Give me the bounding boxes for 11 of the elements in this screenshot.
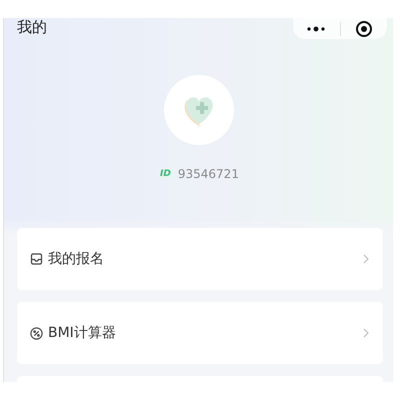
user-id: 93546721 [178, 167, 239, 181]
chevron-right-icon [363, 254, 369, 264]
chevron-right-icon [363, 328, 369, 338]
more-icon [306, 26, 326, 32]
inbox-icon [30, 253, 43, 265]
menu-item[interactable]: BMI计算器 [17, 302, 383, 364]
percent-icon [30, 326, 43, 340]
page-title: 我的 [17, 18, 47, 36]
id-badge: ID [158, 169, 173, 179]
target-icon [354, 20, 373, 38]
menu-item[interactable]: 我的报名 [17, 228, 383, 290]
